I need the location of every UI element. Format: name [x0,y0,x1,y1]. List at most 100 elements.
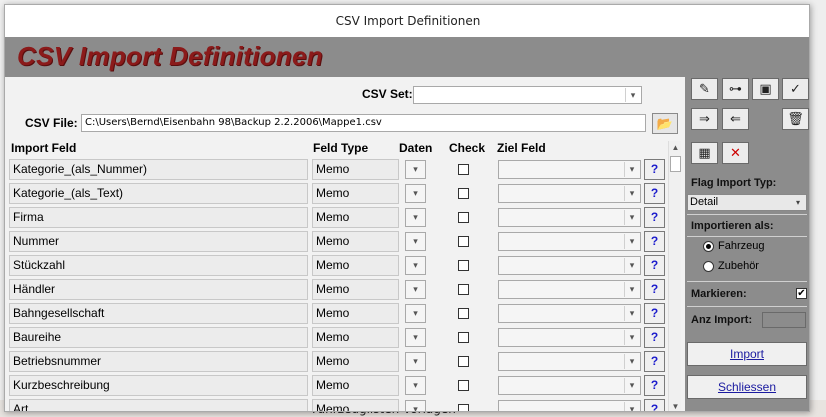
tree-structure-button[interactable]: ⊶ [722,78,749,100]
import-field-name[interactable]: Kategorie_(als_Nummer) [9,159,308,180]
scroll-up-icon[interactable]: ▲ [669,141,682,154]
daten-dropdown[interactable]: ▾ [405,304,426,323]
ziel-feld-select[interactable]: ▾ [498,160,641,179]
chevron-down-icon: ▾ [624,282,639,297]
window-titlebar[interactable]: CSV Import Definitionen [5,5,809,37]
daten-dropdown[interactable]: ▾ [405,280,426,299]
delete-button[interactable]: 🗑 [782,108,809,130]
help-button[interactable]: ? [644,255,665,276]
ziel-feld-select[interactable]: ▾ [498,280,641,299]
field-type[interactable]: Memo [312,159,399,180]
radio-fahrzeug[interactable] [703,241,714,252]
ziel-feld-select[interactable]: ▾ [498,304,641,323]
check-checkbox[interactable] [458,404,469,411]
vertical-scrollbar[interactable]: ▲ ▼ [668,141,682,411]
scroll-down-icon[interactable]: ▼ [669,400,682,411]
import-field-name[interactable]: Art [9,399,308,411]
field-type[interactable]: Memo [312,207,399,228]
radio-zubehoer[interactable] [703,261,714,272]
help-button[interactable]: ? [644,207,665,228]
edit-check-button[interactable]: ✓ [782,78,809,100]
import-left-button[interactable]: ⇐ [722,108,749,130]
import-field-name[interactable]: Baureihe [9,327,308,348]
csv-set-select[interactable]: ▾ [413,86,642,104]
divider [687,281,807,282]
scrollbar-thumb[interactable] [670,156,681,172]
ziel-feld-select[interactable]: ▾ [498,400,641,411]
check-checkbox[interactable] [458,212,469,223]
markieren-checkbox[interactable]: ✔ [796,288,807,299]
import-field-name[interactable]: Firma [9,207,308,228]
flag-import-select[interactable]: Detail ▾ [687,194,807,211]
field-type[interactable]: Memo [312,399,399,411]
check-checkbox[interactable] [458,188,469,199]
ziel-feld-select[interactable]: ▾ [498,232,641,251]
help-button[interactable]: ? [644,183,665,204]
field-type[interactable]: Memo [312,303,399,324]
help-button[interactable]: ? [644,327,665,348]
browse-file-button[interactable]: 📂 [652,113,678,134]
schliessen-button[interactable]: Schliessen [687,375,807,399]
column-header-check: Check [449,141,486,155]
help-button[interactable]: ? [644,159,665,180]
ziel-feld-select[interactable]: ▾ [498,184,641,203]
table-row: Kategorie_(als_Nummer) Memo ▾ ▾ ? [9,159,668,180]
check-checkbox[interactable] [458,284,469,295]
import-field-name[interactable]: Kurzbeschreibung [9,375,308,396]
check-checkbox[interactable] [458,164,469,175]
import-field-name[interactable]: Kategorie_(als_Text) [9,183,308,204]
check-checkbox[interactable] [458,356,469,367]
help-button[interactable]: ? [644,375,665,396]
column-header-ziel-feld: Ziel Feld [497,141,546,155]
form-title: CSV Import Definitionen [17,41,323,71]
daten-dropdown[interactable]: ▾ [405,184,426,203]
anz-import-label: Anz Import: [691,314,753,326]
field-type[interactable]: Memo [312,231,399,252]
daten-dropdown[interactable]: ▾ [405,400,426,412]
radio-zubehoer-label: Zubehör [718,260,759,272]
table-grid-button[interactable]: ▦ [691,142,718,164]
ziel-feld-select[interactable]: ▾ [498,352,641,371]
check-checkbox[interactable] [458,308,469,319]
check-checkbox[interactable] [458,332,469,343]
import-field-name[interactable]: Nummer [9,231,308,252]
daten-dropdown[interactable]: ▾ [405,328,426,347]
import-field-name[interactable]: Bahngesellschaft [9,303,308,324]
help-button[interactable]: ? [644,351,665,372]
daten-dropdown[interactable]: ▾ [405,352,426,371]
help-button[interactable]: ? [644,231,665,252]
daten-dropdown[interactable]: ▾ [405,232,426,251]
check-checkbox[interactable] [458,236,469,247]
save-button[interactable]: ▣ [752,78,779,100]
ziel-feld-select[interactable]: ▾ [498,208,641,227]
edit-error-icon: ✎ [699,81,710,96]
delete-x-button[interactable]: ✕ [722,142,749,164]
import-field-name[interactable]: Händler [9,279,308,300]
field-type[interactable]: Memo [312,327,399,348]
daten-dropdown[interactable]: ▾ [405,376,426,395]
ziel-feld-select[interactable]: ▾ [498,376,641,395]
csv-file-path-field[interactable]: C:\Users\Bernd\Eisenbahn 98\Backup 2.2.2… [81,114,646,132]
ziel-feld-select[interactable]: ▾ [498,328,641,347]
field-type[interactable]: Memo [312,183,399,204]
help-button[interactable]: ? [644,303,665,324]
chevron-down-icon: ▾ [413,404,418,412]
help-button[interactable]: ? [644,399,665,411]
ziel-feld-select[interactable]: ▾ [498,256,641,275]
daten-dropdown[interactable]: ▾ [405,256,426,275]
field-type[interactable]: Memo [312,375,399,396]
check-checkbox[interactable] [458,380,469,391]
field-type[interactable]: Memo [312,279,399,300]
import-button[interactable]: Import [687,342,807,366]
field-type[interactable]: Memo [312,351,399,372]
import-field-name[interactable]: Stückzahl [9,255,308,276]
help-button[interactable]: ? [644,279,665,300]
check-checkbox[interactable] [458,260,469,271]
edit-error-button[interactable]: ✎ [691,78,718,100]
import-right-button[interactable]: ⇒ [691,108,718,130]
field-type[interactable]: Memo [312,255,399,276]
daten-dropdown[interactable]: ▾ [405,160,426,179]
table-row: Bahngesellschaft Memo ▾ ▾ ? [9,303,668,324]
import-field-name[interactable]: Betriebsnummer [9,351,308,372]
daten-dropdown[interactable]: ▾ [405,208,426,227]
